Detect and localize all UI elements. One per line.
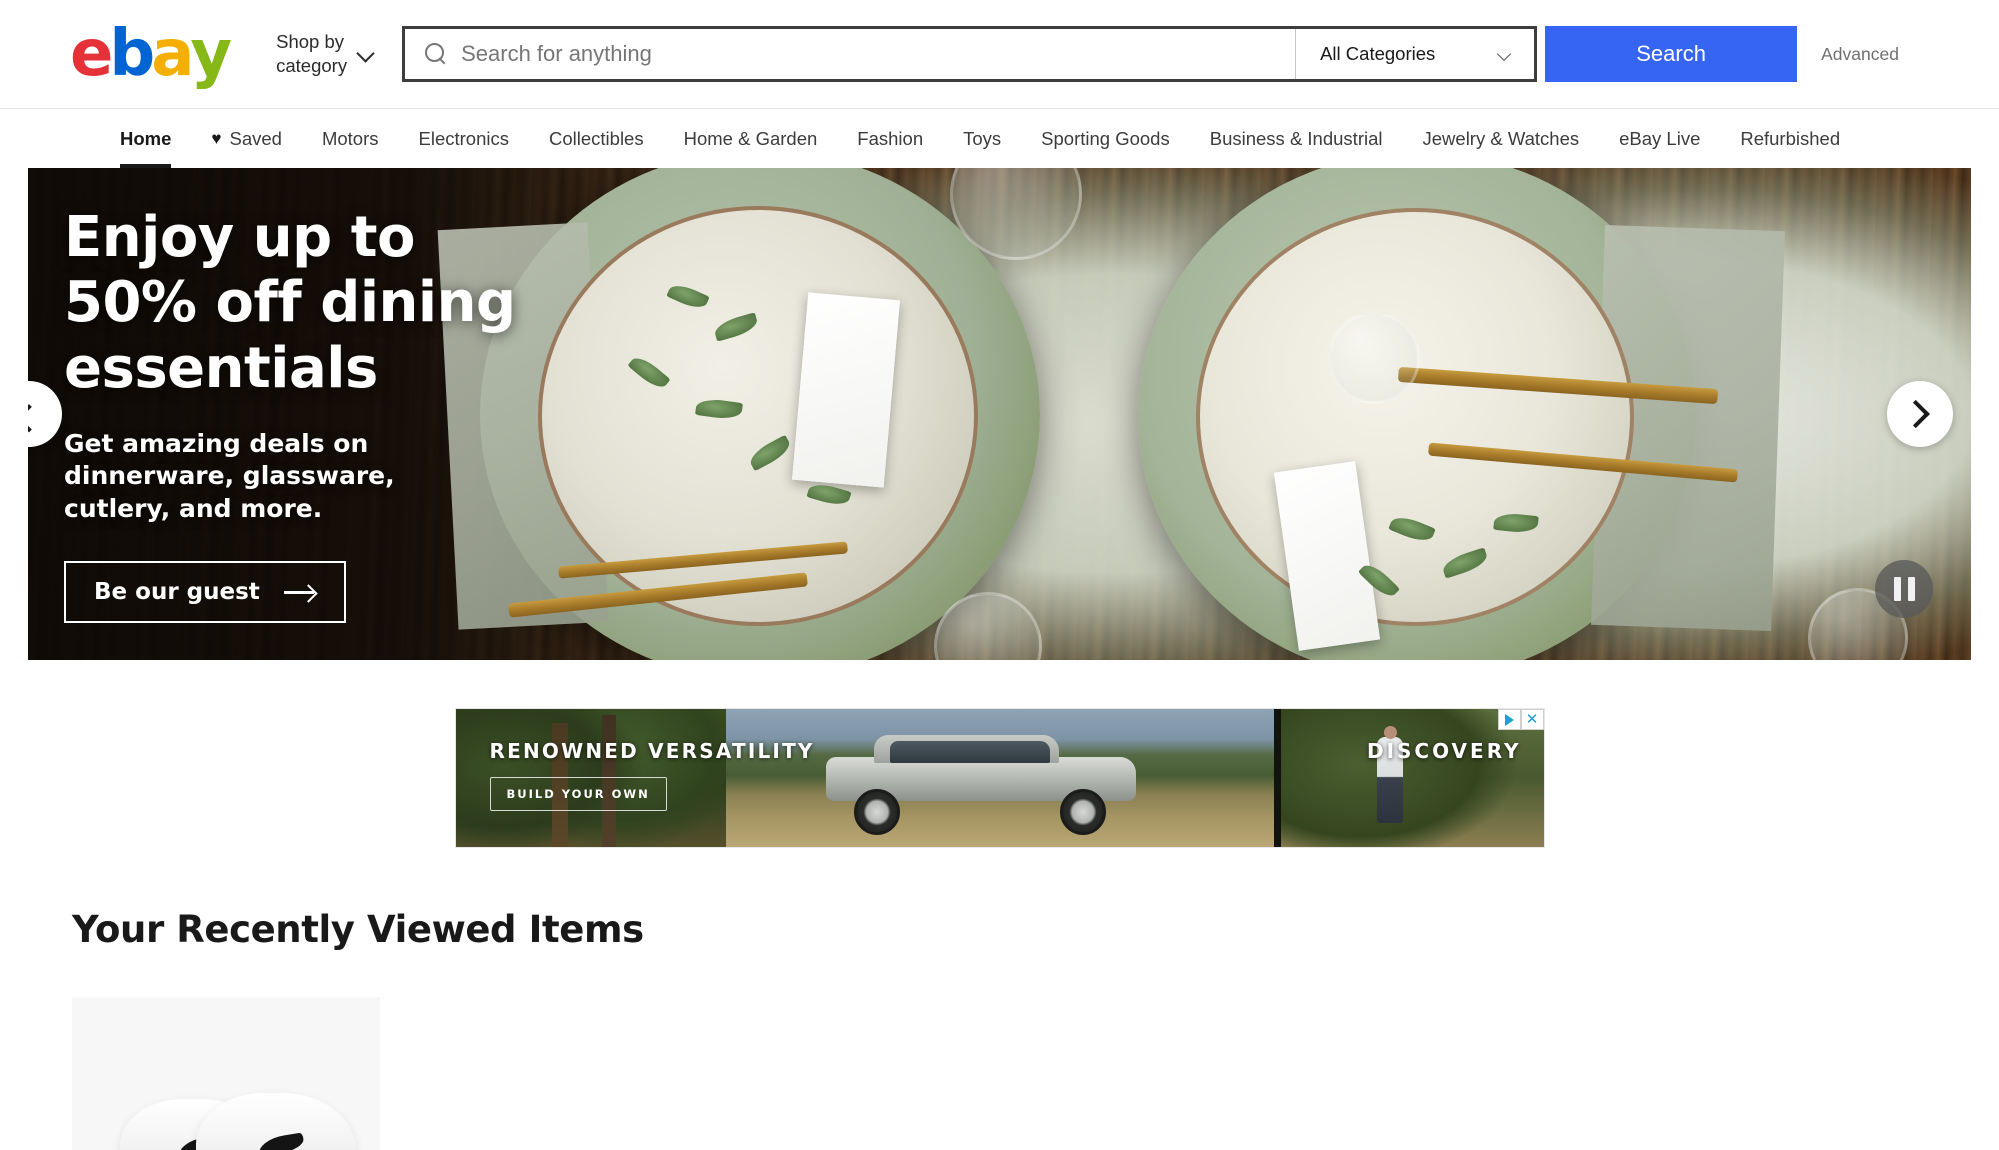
recently-viewed-title: Your Recently Viewed Items xyxy=(72,908,644,951)
nav-item-label: Motors xyxy=(321,127,379,149)
hero-cta-button[interactable]: Be our guest xyxy=(64,561,346,624)
pause-icon-bar xyxy=(1907,577,1915,601)
category-nav: Home ♥ Saved Motors Electronics Collecti… xyxy=(0,108,1999,168)
nav-item-collectibles[interactable]: Collectibles xyxy=(529,109,664,168)
nav-item-label: Electronics xyxy=(418,127,509,149)
search-input[interactable] xyxy=(461,41,1276,67)
logo-letter-b: b xyxy=(109,17,155,91)
hero-cta-label: Be our guest xyxy=(94,579,260,606)
shop-by-category-label: Shop by category xyxy=(276,31,348,76)
logo-letter-e: e xyxy=(70,17,113,91)
search-icon xyxy=(425,43,447,65)
nav-item-label: Toys xyxy=(963,127,1002,149)
adchoices-icon[interactable] xyxy=(1497,709,1521,730)
chevron-right-icon xyxy=(1901,399,1930,429)
search-bar: All Categories xyxy=(402,26,1538,82)
nav-item-label: Sporting Goods xyxy=(1041,127,1170,149)
close-icon[interactable]: ✕ xyxy=(1520,709,1544,730)
recently-viewed-section: Your Recently Viewed Items xyxy=(0,848,1999,1150)
nav-item-ebay-live[interactable]: eBay Live xyxy=(1599,109,1720,168)
advanced-search-link[interactable]: Advanced xyxy=(1821,44,1899,65)
nav-item-label: Home & Garden xyxy=(683,127,818,149)
nav-item-label: Fashion xyxy=(857,127,924,149)
adchoices-triangle-icon xyxy=(1504,713,1514,726)
product-image-sneakers xyxy=(72,1059,380,1150)
category-dropdown[interactable]: All Categories xyxy=(1296,29,1535,79)
nav-item-label: Saved xyxy=(229,127,282,149)
chevron-down-icon xyxy=(358,46,374,62)
nav-item-sporting-goods[interactable]: Sporting Goods xyxy=(1021,109,1190,168)
hero-decor-glass xyxy=(1328,312,1420,404)
nav-item-label: Collectibles xyxy=(549,127,644,149)
hero-subtitle: Get amazing deals on dinnerware, glasswa… xyxy=(64,428,395,523)
ad-headline: RENOWNED VERSATILITY xyxy=(489,739,815,763)
ad-decor-vehicle-wheel xyxy=(853,789,900,835)
arrow-right-icon xyxy=(283,584,316,600)
ad-decor-vehicle xyxy=(816,731,1146,835)
nav-item-label: Business & Industrial xyxy=(1209,127,1383,149)
chevron-down-icon xyxy=(1498,49,1512,59)
nav-item-refurbished[interactable]: Refurbished xyxy=(1720,109,1860,168)
nav-item-business-industrial[interactable]: Business & Industrial xyxy=(1190,109,1403,168)
advertisement-region: RENOWNED VERSATILITY BUILD YOUR OWN DISC… xyxy=(0,660,1999,848)
recently-viewed-grid xyxy=(72,997,1999,1150)
nav-item-saved[interactable]: ♥ Saved xyxy=(191,109,302,168)
nav-item-home[interactable]: Home xyxy=(100,109,191,168)
ad-decor-vehicle-window xyxy=(889,741,1050,763)
nav-item-label: Home xyxy=(120,127,172,149)
nav-item-home-garden[interactable]: Home & Garden xyxy=(664,109,838,168)
nav-item-label: eBay Live xyxy=(1619,127,1701,149)
search-button[interactable]: Search xyxy=(1545,26,1798,82)
heart-icon: ♥ xyxy=(211,128,222,148)
nav-item-electronics[interactable]: Electronics xyxy=(399,109,529,168)
ebay-logo[interactable]: ebay xyxy=(70,17,232,91)
ad-cta-button[interactable]: BUILD YOUR OWN xyxy=(489,777,667,811)
shop-by-category-button[interactable]: Shop by category xyxy=(276,30,374,77)
hero-title: Enjoy up to 50% off dining essentials xyxy=(64,204,516,401)
carousel-pause-button[interactable] xyxy=(1875,560,1933,618)
nav-item-toys[interactable]: Toys xyxy=(943,109,1021,168)
nav-item-jewelry-watches[interactable]: Jewelry & Watches xyxy=(1403,109,1600,168)
advertisement-banner[interactable]: RENOWNED VERSATILITY BUILD YOUR OWN DISC… xyxy=(454,708,1545,848)
hero-decor-dinner-plate xyxy=(1196,208,1634,626)
search-field[interactable] xyxy=(405,29,1297,79)
recently-viewed-item-card[interactable] xyxy=(72,997,380,1150)
hero-carousel: Enjoy up to 50% off dining essentials Ge… xyxy=(28,168,1971,660)
category-dropdown-label: All Categories xyxy=(1320,43,1436,64)
nav-item-motors[interactable]: Motors xyxy=(302,109,399,168)
site-header: ebay Shop by category All Categories Sea… xyxy=(0,0,1999,108)
ad-brand-name: DISCOVERY xyxy=(1366,739,1522,763)
nav-item-fashion[interactable]: Fashion xyxy=(837,109,943,168)
hero-decor-place-card xyxy=(791,292,901,488)
pause-icon-bar xyxy=(1893,577,1901,601)
nav-item-label: Refurbished xyxy=(1740,127,1841,149)
logo-letter-y: y xyxy=(190,17,232,91)
nav-item-label: Jewelry & Watches xyxy=(1422,127,1580,149)
ad-decor-vehicle-wheel xyxy=(1059,789,1106,835)
hero-content: Enjoy up to 50% off dining essentials Ge… xyxy=(64,168,524,660)
nike-swoosh-icon xyxy=(256,1132,306,1150)
chevron-left-icon xyxy=(28,404,44,433)
carousel-next-button[interactable] xyxy=(1887,381,1953,447)
logo-letter-a: a xyxy=(151,17,194,91)
adchoices-controls: ✕ xyxy=(1497,709,1544,730)
